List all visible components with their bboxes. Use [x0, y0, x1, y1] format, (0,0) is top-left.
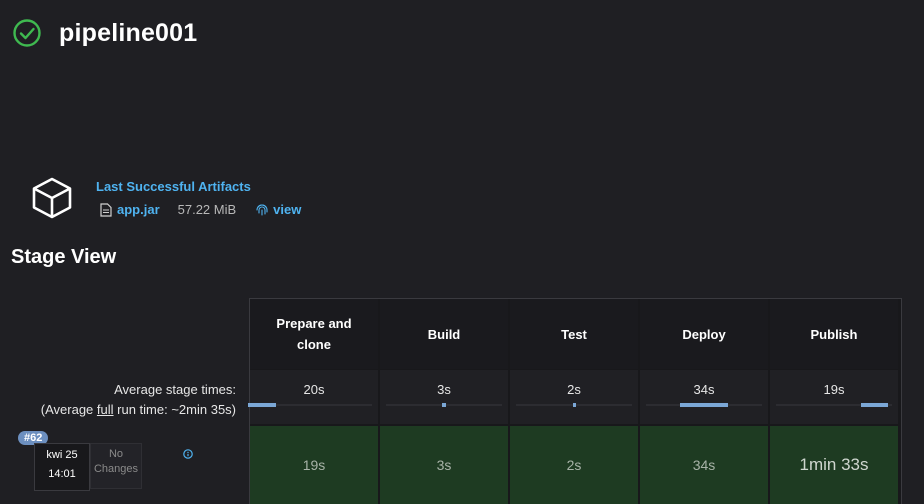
stage-average: 19s — [770, 370, 898, 424]
stage-result-cell[interactable]: 34s — [640, 426, 768, 504]
file-icon — [100, 202, 112, 217]
artifact-size: 57.22 MiB — [177, 202, 237, 217]
average-times-label: Average stage times: (Average full run t… — [40, 382, 236, 417]
stage-header: Prepare and clone — [250, 299, 378, 369]
stage-header: Publish — [770, 299, 898, 369]
view-fingerprint-link[interactable]: view — [273, 202, 301, 217]
stage-average: 2s — [510, 370, 638, 424]
stage-average-time: 2s — [567, 382, 581, 397]
artifact-file-link[interactable]: app.jar — [117, 202, 160, 217]
info-icon[interactable] — [183, 449, 193, 459]
stage-average-bar — [861, 403, 888, 407]
stage-average-time: 34s — [693, 382, 715, 397]
stage-result-cell[interactable]: 2s — [510, 426, 638, 504]
stage-average-bar — [248, 403, 276, 407]
stage-average-bar — [442, 403, 446, 407]
stage-average: 3s — [380, 370, 508, 424]
stage-header: Build — [380, 299, 508, 369]
stage-average-time: 20s — [303, 382, 325, 397]
stage-average: 34s — [640, 370, 768, 424]
stage-result-cell[interactable]: 19s — [250, 426, 378, 504]
stage-average-time: 19s — [823, 382, 845, 397]
artifacts-title-link[interactable]: Last Successful Artifacts — [96, 179, 301, 194]
artifacts-section: Last Successful Artifacts app.jar 57.22 … — [30, 176, 301, 220]
page-header: pipeline001 — [12, 18, 197, 48]
stage-column: Prepare and clone 20s 19s — [248, 299, 378, 504]
stage-column: Publish 19s 1min 33s — [770, 299, 898, 504]
stage-column: Deploy 34s 34s — [640, 299, 768, 504]
stage-header: Test — [510, 299, 638, 369]
stage-result-cell[interactable]: 1min 33s — [770, 426, 898, 504]
stage-average-bar — [680, 403, 728, 407]
stage-average-bar — [572, 403, 576, 407]
stage-average: 20s — [248, 370, 378, 424]
stage-average-time: 3s — [437, 382, 451, 397]
page-title: pipeline001 — [59, 18, 198, 47]
fingerprint-icon — [256, 204, 268, 216]
build-date[interactable]: kwi 25 14:01 — [34, 443, 90, 491]
stage-column: Test 2s 2s — [510, 299, 638, 504]
stage-view-grid: Prepare and clone 20s 19s Build 3s 3s Test 2s 2s D… — [248, 298, 902, 504]
no-changes-box: No Changes — [90, 443, 142, 489]
stage-column: Build 3s 3s — [380, 299, 508, 504]
package-icon — [32, 177, 72, 219]
stage-result-cell[interactable]: 3s — [380, 426, 508, 504]
stage-header: Deploy — [640, 299, 768, 369]
full-run-time-link[interactable]: full — [97, 402, 114, 417]
stage-view-title: Stage View — [11, 246, 117, 268]
check-circle-icon — [13, 19, 41, 47]
